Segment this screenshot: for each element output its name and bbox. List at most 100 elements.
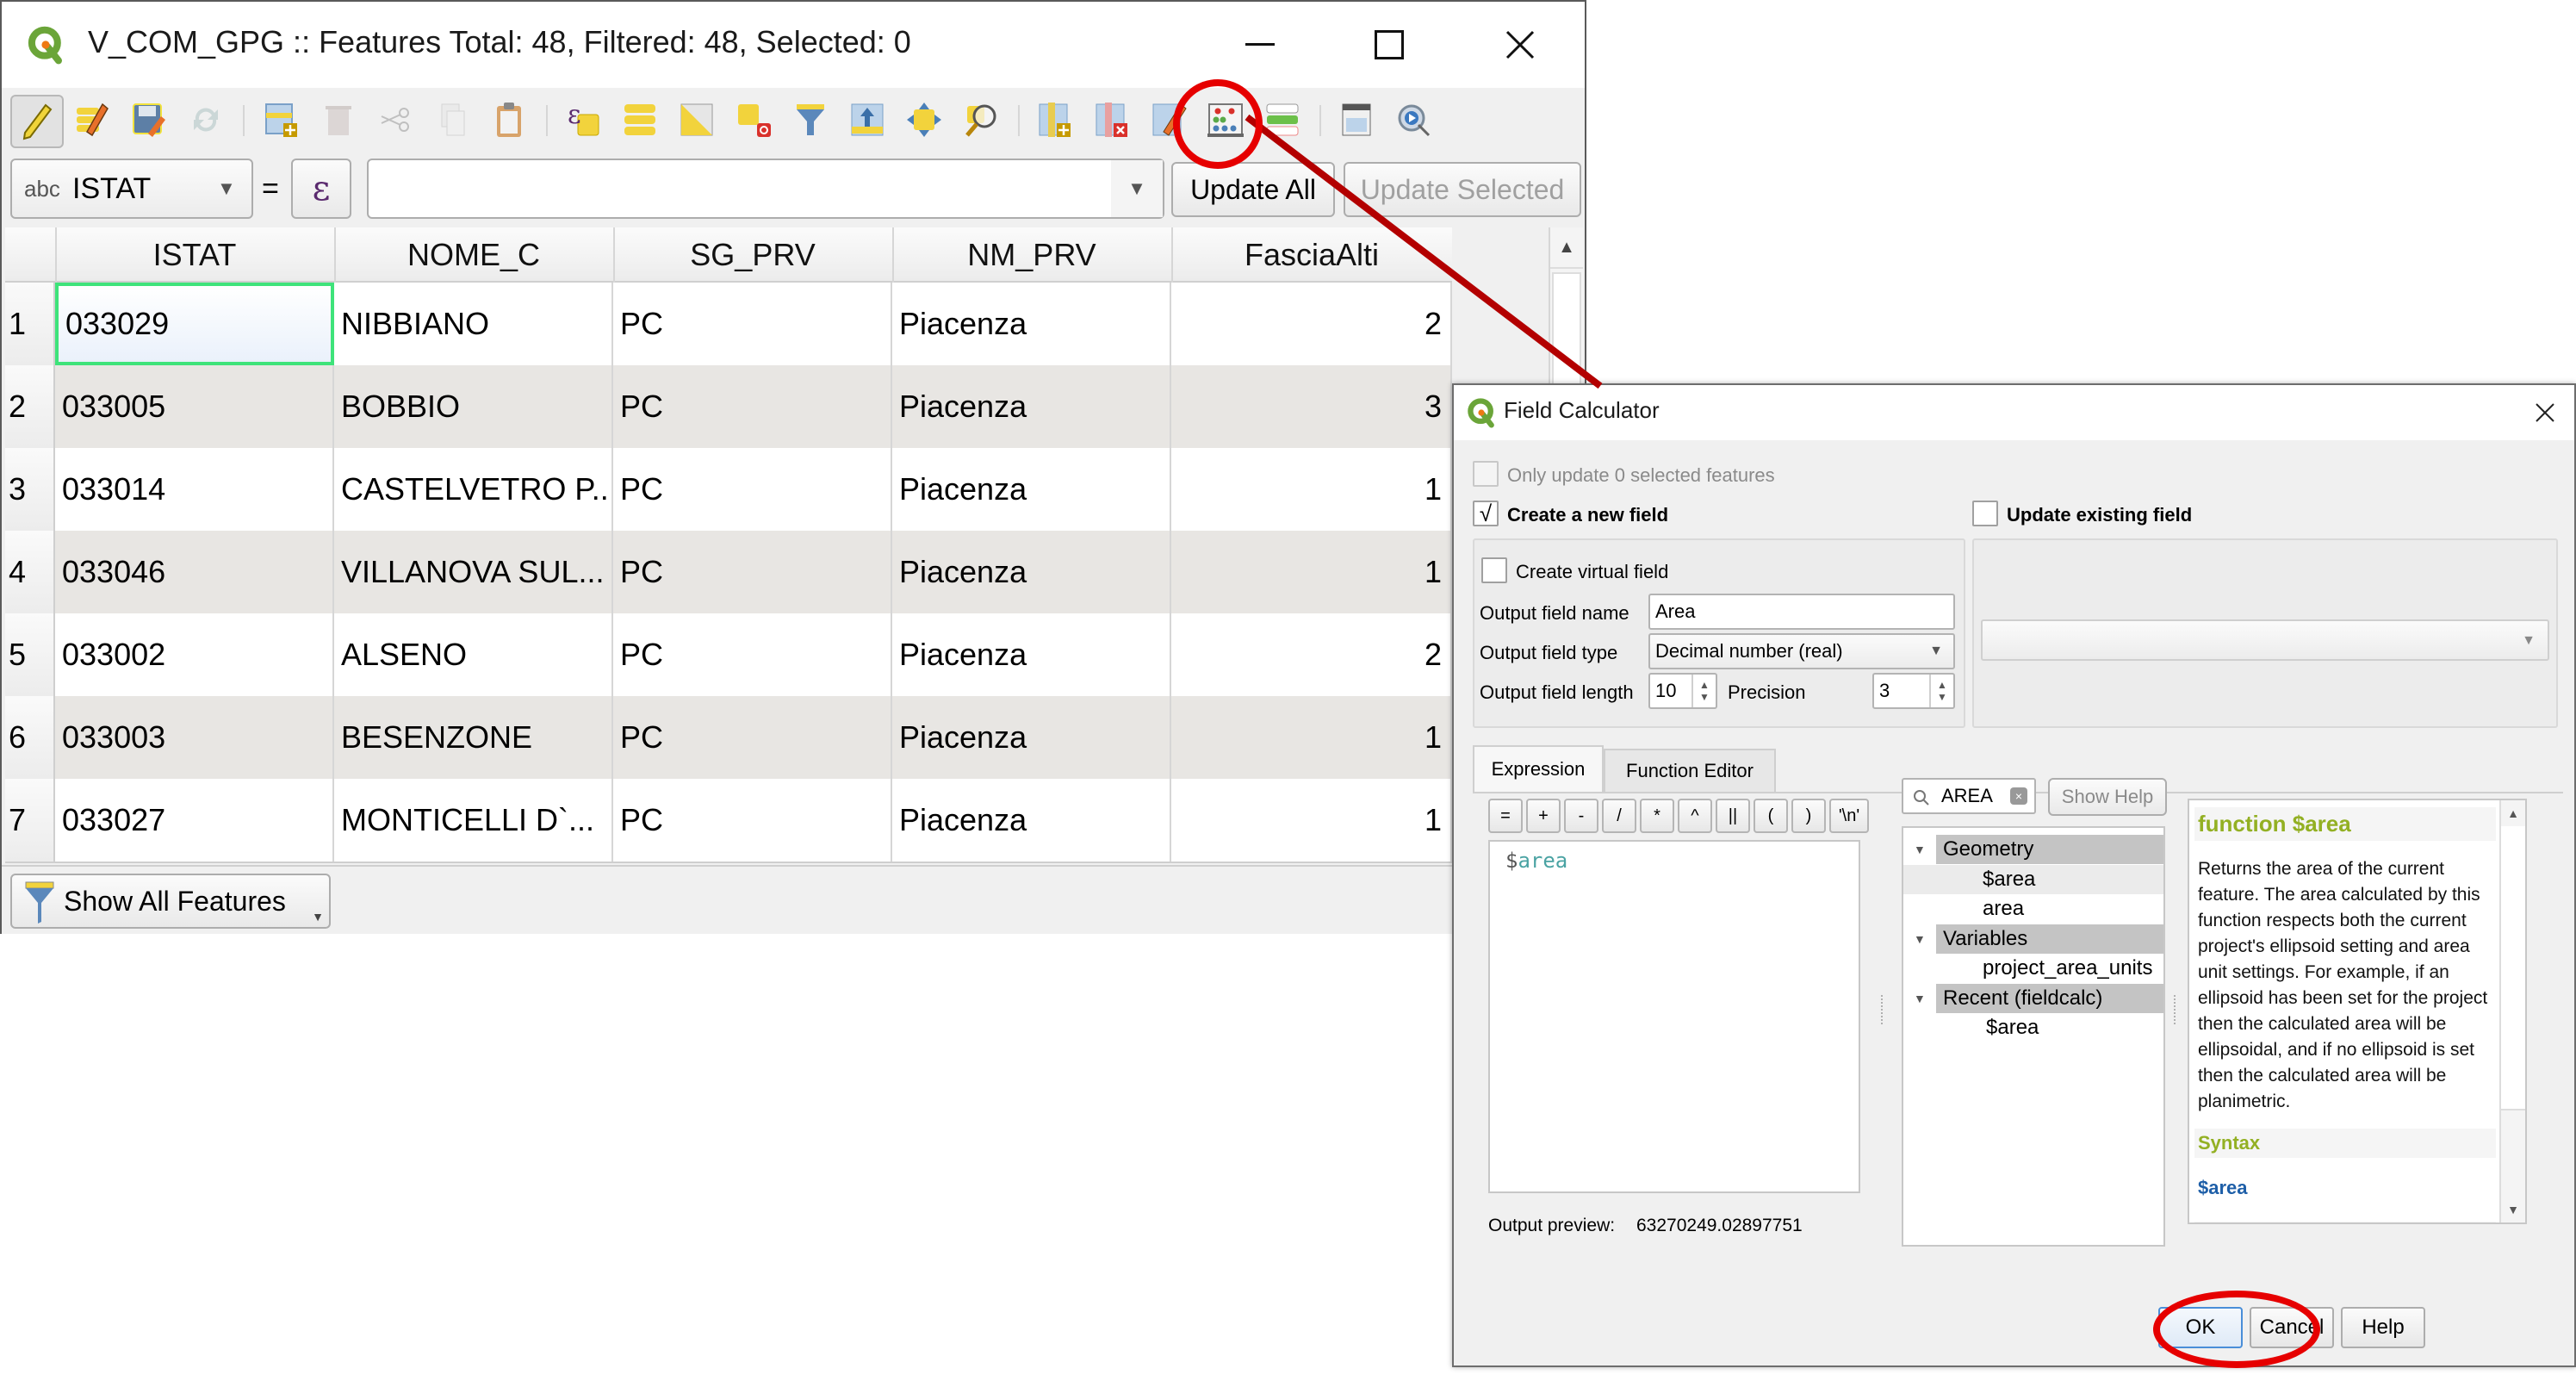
table-cell[interactable]: 2 bbox=[1171, 283, 1452, 365]
move-selection-top-button[interactable] bbox=[842, 95, 892, 145]
table-cell[interactable]: Piacenza bbox=[892, 365, 1171, 448]
pan-to-selected-button[interactable] bbox=[899, 95, 949, 145]
row-number[interactable]: 3 bbox=[5, 448, 55, 531]
select-all-button[interactable] bbox=[615, 95, 665, 145]
spin-arrows-icon[interactable]: ▲ ▼ bbox=[1691, 675, 1716, 707]
expand-arrow-icon[interactable]: ▼ bbox=[1914, 932, 1926, 946]
toggle-multi-edit-button[interactable] bbox=[67, 95, 117, 145]
cancel-button[interactable]: Cancel bbox=[2250, 1307, 2334, 1348]
table-row[interactable]: 2 033005 BOBBIO PC Piacenza 3 bbox=[5, 365, 1452, 450]
paste-features-button[interactable] bbox=[484, 95, 534, 145]
table-cell[interactable]: 033003 bbox=[55, 696, 334, 779]
tree-item[interactable]: $area bbox=[1903, 1013, 2163, 1042]
row-number[interactable]: 6 bbox=[5, 696, 55, 779]
expression-builder-button[interactable]: ε bbox=[291, 159, 351, 219]
toggle-editing-button[interactable] bbox=[10, 95, 64, 148]
update-selected-button[interactable]: Update Selected bbox=[1344, 162, 1581, 217]
table-cell[interactable]: Piacenza bbox=[892, 779, 1171, 862]
scroll-down-icon[interactable]: ▼ bbox=[2501, 1197, 2525, 1222]
row-number[interactable]: 2 bbox=[5, 365, 55, 448]
show-help-button[interactable]: Show Help bbox=[2048, 778, 2167, 816]
delete-field-button[interactable] bbox=[1087, 95, 1137, 145]
splitter-handle[interactable] bbox=[1881, 995, 1883, 1024]
table-cell[interactable]: PC bbox=[613, 531, 892, 613]
dock-table-button[interactable] bbox=[1331, 95, 1381, 145]
table-cell[interactable]: Piacenza bbox=[892, 283, 1171, 365]
table-cell[interactable]: Piacenza bbox=[892, 696, 1171, 779]
ok-button[interactable]: OK bbox=[2158, 1307, 2243, 1348]
new-field-button[interactable] bbox=[1030, 95, 1080, 145]
operator-button[interactable]: '\n' bbox=[1829, 799, 1869, 833]
scroll-up-icon[interactable]: ▲ bbox=[1550, 227, 1583, 269]
filter-select-button[interactable] bbox=[785, 95, 835, 145]
output-field-type-select[interactable]: Decimal number (real) ▼ bbox=[1648, 633, 1955, 669]
tree-group[interactable]: ▼ Variables bbox=[1903, 924, 2163, 954]
copy-features-button[interactable] bbox=[427, 95, 477, 145]
table-cell[interactable]: PC bbox=[613, 779, 892, 862]
actions-button[interactable] bbox=[1388, 95, 1438, 145]
zoom-to-selected-button[interactable] bbox=[956, 95, 1006, 145]
tab-expression[interactable]: Expression bbox=[1473, 745, 1604, 792]
table-row[interactable]: 7 033027 MONTICELLI D`... PC Piacenza 1 bbox=[5, 779, 1452, 863]
table-row[interactable]: 5 033002 ALSENO PC Piacenza 2 bbox=[5, 613, 1452, 698]
output-field-name-input[interactable]: Area bbox=[1648, 594, 1955, 630]
help-scrollbar[interactable]: ▲ ▼ bbox=[2499, 800, 2525, 1222]
table-cell[interactable]: BOBBIO bbox=[334, 365, 613, 448]
table-cell[interactable]: PC bbox=[613, 365, 892, 448]
scroll-thumb[interactable] bbox=[2501, 826, 2525, 1110]
maximize-button[interactable] bbox=[1350, 19, 1428, 71]
operator-button[interactable]: + bbox=[1526, 799, 1561, 833]
show-all-features-button[interactable]: Show All Features ▼ bbox=[10, 874, 331, 929]
precision-spinbox[interactable]: 3 ▲ ▼ bbox=[1872, 673, 1955, 709]
function-search-input[interactable]: AREA × bbox=[1902, 778, 2036, 814]
expression-editor[interactable]: $area bbox=[1488, 840, 1860, 1193]
table-cell[interactable]: NIBBIANO bbox=[334, 283, 613, 365]
scroll-up-icon[interactable]: ▲ bbox=[2501, 800, 2525, 826]
row-number[interactable]: 4 bbox=[5, 531, 55, 613]
table-cell[interactable]: 033029 bbox=[55, 283, 334, 365]
table-cell[interactable]: 033005 bbox=[55, 365, 334, 448]
tree-item[interactable]: $area bbox=[1903, 864, 2163, 894]
table-row[interactable]: 1 033029 NIBBIANO PC Piacenza 2 bbox=[5, 283, 1452, 367]
row-number[interactable]: 1 bbox=[5, 283, 55, 365]
operator-button[interactable]: = bbox=[1488, 799, 1523, 833]
spin-arrows-icon[interactable]: ▲ ▼ bbox=[1929, 675, 1953, 707]
table-cell[interactable]: PC bbox=[613, 283, 892, 365]
splitter-handle[interactable] bbox=[2174, 995, 2176, 1024]
open-field-calculator-button[interactable] bbox=[1201, 95, 1251, 145]
operator-button[interactable]: || bbox=[1716, 799, 1750, 833]
conditional-formatting-button[interactable] bbox=[1257, 95, 1307, 145]
create-new-field-checkbox[interactable]: √ bbox=[1473, 501, 1499, 526]
table-cell[interactable]: PC bbox=[613, 613, 892, 696]
table-cell[interactable]: Piacenza bbox=[892, 613, 1171, 696]
invert-selection-button[interactable] bbox=[672, 95, 722, 145]
column-header[interactable]: NOME_C bbox=[334, 227, 615, 283]
table-cell[interactable]: 033014 bbox=[55, 448, 334, 531]
tree-item[interactable]: project_area_units bbox=[1903, 954, 2163, 983]
add-feature-button[interactable] bbox=[257, 95, 307, 145]
table-row[interactable]: 6 033003 BESENZONE PC Piacenza 1 bbox=[5, 696, 1452, 781]
table-row[interactable]: 4 033046 VILLANOVA SUL... PC Piacenza 1 bbox=[5, 531, 1452, 615]
update-existing-field-checkbox[interactable] bbox=[1972, 501, 1998, 526]
create-virtual-field-checkbox[interactable] bbox=[1481, 557, 1507, 583]
operator-button[interactable]: ^ bbox=[1678, 799, 1712, 833]
column-header[interactable]: NM_PRV bbox=[892, 227, 1173, 283]
table-cell[interactable]: VILLANOVA SUL... bbox=[334, 531, 613, 613]
dialog-close-button[interactable] bbox=[2529, 397, 2560, 428]
table-cell[interactable]: 3 bbox=[1171, 365, 1452, 448]
table-cell[interactable]: Piacenza bbox=[892, 448, 1171, 531]
reload-button[interactable] bbox=[181, 95, 231, 145]
update-value-input[interactable]: ▼ bbox=[367, 159, 1164, 219]
field-selector-combo[interactable]: abc ISTAT ▼ bbox=[10, 159, 253, 219]
table-cell[interactable]: 2 bbox=[1171, 613, 1452, 696]
row-number[interactable]: 5 bbox=[5, 613, 55, 696]
table-cell[interactable]: 1 bbox=[1171, 779, 1452, 862]
operator-button[interactable]: ( bbox=[1754, 799, 1788, 833]
table-cell[interactable]: Piacenza bbox=[892, 531, 1171, 613]
expand-arrow-icon[interactable]: ▼ bbox=[1914, 843, 1926, 856]
table-cell[interactable]: MONTICELLI D`... bbox=[334, 779, 613, 862]
table-cell[interactable]: 033046 bbox=[55, 531, 334, 613]
operator-button[interactable]: / bbox=[1602, 799, 1636, 833]
table-cell[interactable]: 033027 bbox=[55, 779, 334, 862]
table-row[interactable]: 3 033014 CASTELVETRO P... PC Piacenza 1 bbox=[5, 448, 1452, 532]
